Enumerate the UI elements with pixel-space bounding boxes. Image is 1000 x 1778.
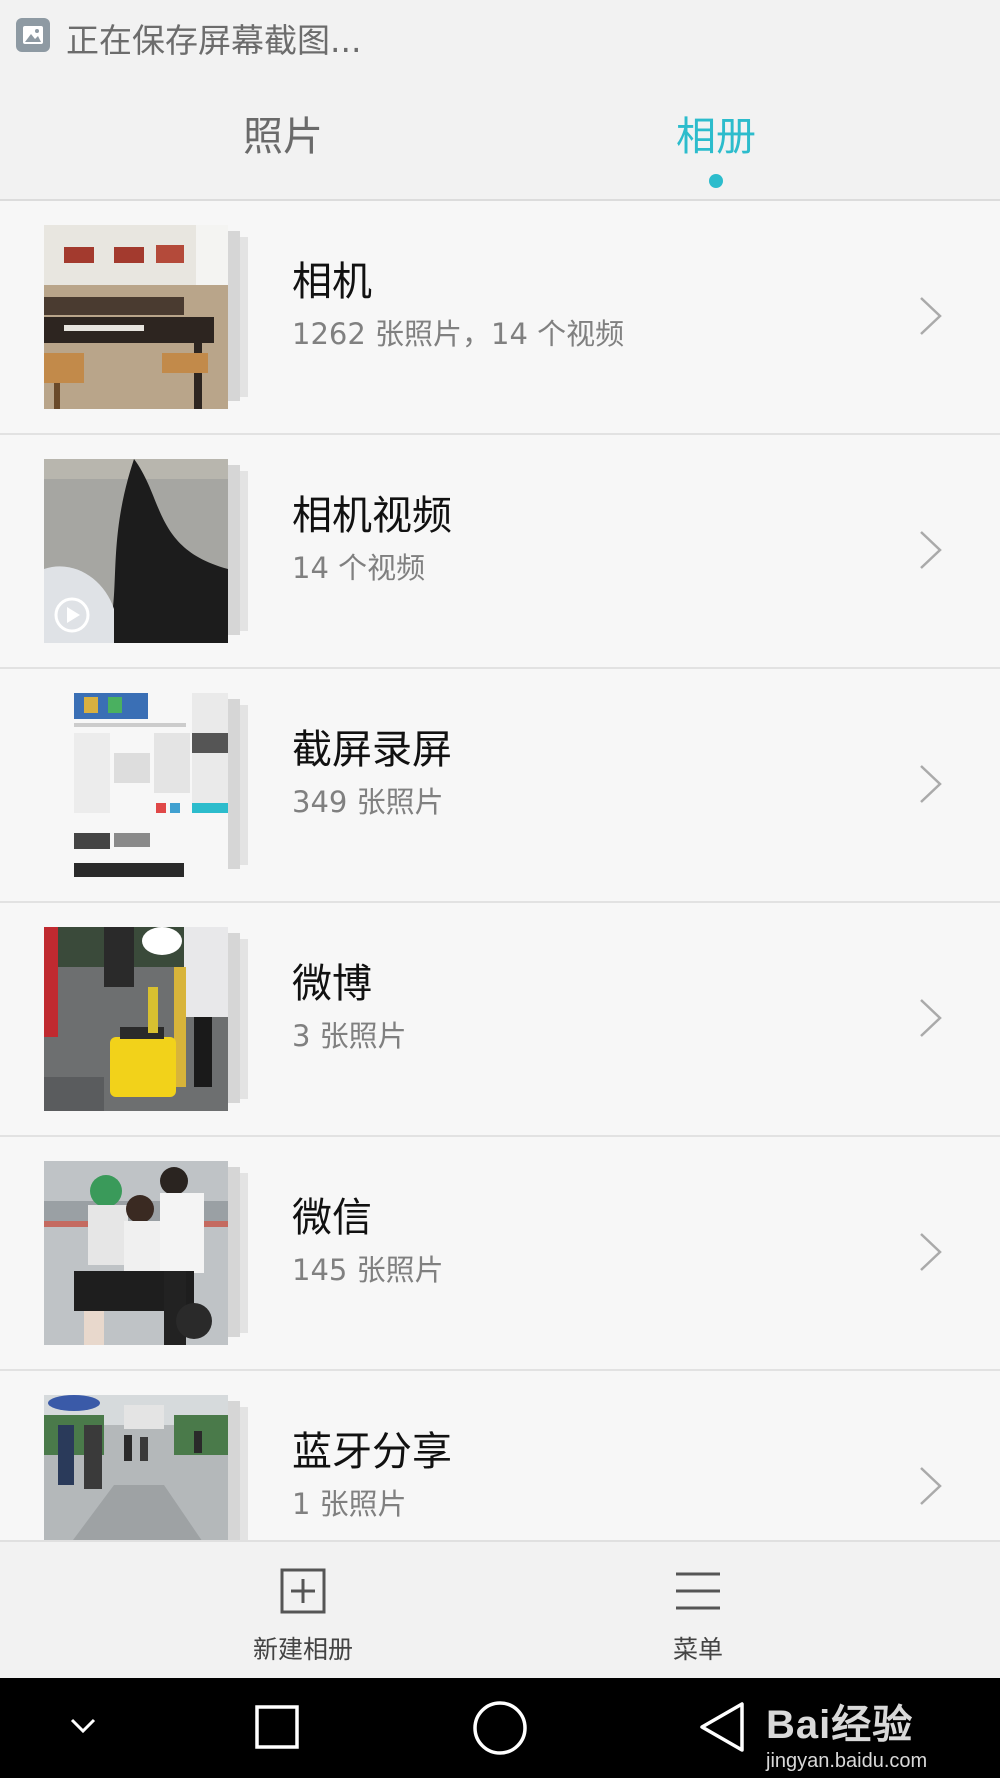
album-title: 相机 <box>292 259 372 305</box>
album-title: 微信 <box>292 1195 372 1241</box>
chevron-down-icon[interactable] <box>68 1716 98 1736</box>
album-title: 相机视频 <box>292 493 452 539</box>
campus-rain-photo-thumbnail <box>44 1395 228 1540</box>
chevron-right-icon <box>920 1467 942 1505</box>
chevron-right-icon <box>920 531 942 569</box>
album-count: 145 张照片 <box>292 1253 444 1287</box>
chevron-right-icon <box>920 765 942 803</box>
screenshot-collage-thumbnail <box>44 693 228 877</box>
album-thumbnail-stack <box>44 693 254 877</box>
album-thumbnail-stack <box>44 927 254 1111</box>
watermark-site: jingyan.baidu.com <box>766 1750 928 1772</box>
status-notification-text: 正在保存屏幕截图... <box>66 21 362 60</box>
menu-label: 菜单 <box>672 1635 723 1664</box>
active-tab-indicator <box>709 174 723 188</box>
menu-icon <box>676 1572 720 1610</box>
album-title: 截屏录屏 <box>292 727 452 773</box>
album-count: 1262 张照片，14 个视频 <box>292 317 625 351</box>
tab-bar: 照片 相册 <box>0 72 1000 201</box>
recents-icon[interactable] <box>254 1704 300 1750</box>
back-icon[interactable] <box>698 1700 746 1754</box>
album-count: 14 个视频 <box>292 551 426 585</box>
album-count: 1 张照片 <box>292 1487 407 1521</box>
album-row-wechat[interactable]: 微信 145 张照片 <box>0 1137 1000 1371</box>
tab-photos[interactable]: 照片 <box>133 104 433 162</box>
new-album-button[interactable]: 新建相册 <box>203 1568 403 1666</box>
chevron-right-icon <box>920 297 942 335</box>
album-count: 3 张照片 <box>292 1019 407 1053</box>
watermark-brand: Bai经验 <box>766 1703 914 1747</box>
bottom-action-bar: 新建相册 菜单 <box>0 1540 1000 1678</box>
image-icon <box>16 18 50 52</box>
album-row-camera[interactable]: 相机 1262 张照片，14 个视频 <box>0 201 1000 435</box>
classroom-photo-thumbnail <box>44 225 228 409</box>
status-bar: 正在保存屏幕截图... <box>0 0 1000 72</box>
album-list[interactable]: 相机 1262 张照片，14 个视频 相机视频 14 个视频 截屏录屏 349 … <box>0 201 1000 1540</box>
album-title: 微博 <box>292 961 372 1007</box>
plus-square-icon <box>280 1568 326 1614</box>
album-thumbnail-stack <box>44 459 254 643</box>
album-count: 349 张照片 <box>292 785 444 819</box>
home-icon[interactable] <box>472 1700 528 1756</box>
album-thumbnail-stack <box>44 1395 254 1540</box>
album-thumbnail-stack <box>44 1161 254 1345</box>
album-title: 蓝牙分享 <box>292 1429 452 1475</box>
chevron-right-icon <box>920 1233 942 1271</box>
hair-video-thumbnail <box>44 459 228 643</box>
album-row-camera-video[interactable]: 相机视频 14 个视频 <box>0 435 1000 669</box>
yellow-case-photo-thumbnail <box>44 927 228 1111</box>
album-thumbnail-stack <box>44 225 254 409</box>
tab-albums[interactable]: 相册 <box>566 104 866 162</box>
menu-button[interactable]: 菜单 <box>598 1568 798 1666</box>
album-row-weibo[interactable]: 微博 3 张照片 <box>0 903 1000 1137</box>
baidu-jingyan-watermark: Bai经验 jingyan.baidu.com <box>766 1692 927 1773</box>
chevron-right-icon <box>920 999 942 1037</box>
album-row-bluetooth[interactable]: 蓝牙分享 1 张照片 <box>0 1371 1000 1540</box>
scooter-photo-thumbnail <box>44 1161 228 1345</box>
album-row-screenshots[interactable]: 截屏录屏 349 张照片 <box>0 669 1000 903</box>
new-album-label: 新建相册 <box>252 1635 353 1664</box>
